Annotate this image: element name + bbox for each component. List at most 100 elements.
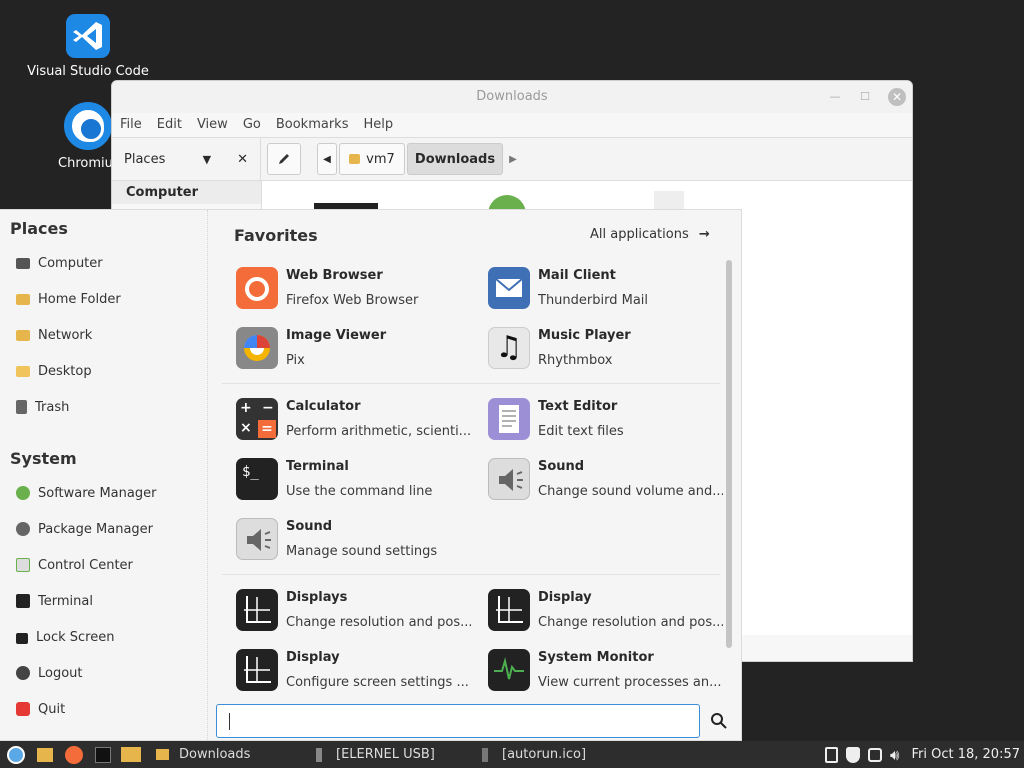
menubar: File Edit View Go Bookmarks Help <box>112 113 912 137</box>
terminal-icon <box>95 746 111 763</box>
system-monitor-icon <box>488 649 530 691</box>
window-titlebar[interactable]: Downloads — ☐ ✕ <box>112 81 912 113</box>
menu-view[interactable]: View <box>197 113 228 137</box>
path-crumb-label: vm7 <box>366 151 395 167</box>
app-name: Sound <box>538 459 585 474</box>
app-system-monitor[interactable]: System Monitor View current processes an… <box>488 646 728 696</box>
taskbar-window-downloads[interactable]: Downloads <box>146 741 310 768</box>
trash-icon <box>16 400 27 414</box>
window-title: Downloads <box>476 89 548 104</box>
clock[interactable]: Fri Oct 18, 20:57 <box>911 747 1020 762</box>
places-item-computer[interactable]: Computer <box>16 253 103 273</box>
path-forward-button[interactable]: ▶ <box>505 143 521 175</box>
mail-icon <box>488 267 530 309</box>
close-button[interactable]: ✕ <box>888 88 906 106</box>
app-sound-settings[interactable]: Sound Manage sound settings <box>236 515 476 565</box>
control-center-icon <box>16 558 30 572</box>
software-manager-icon <box>16 486 30 500</box>
firefox-icon <box>236 267 278 309</box>
system-item-terminal[interactable]: Terminal <box>16 591 93 611</box>
app-desc: Use the command line <box>286 484 433 499</box>
menu-bookmarks[interactable]: Bookmarks <box>276 113 349 137</box>
logout-icon <box>16 666 30 680</box>
lock-icon <box>16 633 28 644</box>
path-crumb-vm7[interactable]: vm7 <box>339 143 405 175</box>
search-input[interactable] <box>217 705 699 737</box>
desktop-icon-chromium[interactable]: Chromium <box>23 102 111 171</box>
desktop-icon-vscode[interactable]: Visual Studio Code <box>23 14 153 79</box>
app-display-configure[interactable]: Display Configure screen settings ... <box>236 646 476 696</box>
system-item-package-manager[interactable]: Package Manager <box>16 519 153 539</box>
system-item-label: Lock Screen <box>36 629 115 645</box>
folder-icon <box>37 747 53 762</box>
launcher-firefox[interactable] <box>58 741 90 768</box>
app-desc: Change resolution and pos... <box>538 615 723 630</box>
launcher-files[interactable] <box>32 741 58 768</box>
firefox-icon <box>65 745 83 764</box>
launcher-terminal[interactable] <box>90 741 116 768</box>
all-applications-button[interactable]: All applications → <box>590 227 710 242</box>
menu-go[interactable]: Go <box>243 113 261 137</box>
music-note-icon: ♫ <box>488 327 530 369</box>
clipboard-icon[interactable] <box>825 746 839 763</box>
edit-path-button[interactable] <box>267 143 301 175</box>
volume-icon[interactable]: 🔊︎ <box>890 746 899 764</box>
display-icon[interactable] <box>868 747 883 762</box>
system-item-quit[interactable]: Quit <box>16 699 65 719</box>
maximize-button[interactable]: ☐ <box>858 90 872 104</box>
system-item-logout[interactable]: Logout <box>16 663 83 683</box>
system-item-label: Terminal <box>38 593 93 609</box>
app-displays[interactable]: Displays Change resolution and pos... <box>236 586 476 636</box>
places-selector[interactable]: Places ▼ ✕ <box>112 137 261 181</box>
menu-edit[interactable]: Edit <box>157 113 182 137</box>
taskbar: Downloads [ELERNEL USB] [autorun.ico] 🔊︎… <box>0 741 1024 768</box>
search-icon[interactable] <box>710 712 728 730</box>
close-sidebar-icon[interactable]: ✕ <box>237 152 248 167</box>
display-arrows-icon <box>488 589 530 631</box>
image-viewer-icon <box>236 327 278 369</box>
terminal-icon <box>16 594 30 608</box>
places-item-network[interactable]: Network <box>16 325 92 345</box>
calculator-icon: + − × = <box>236 398 278 440</box>
app-image-viewer[interactable]: Image Viewer Pix <box>236 324 476 374</box>
sidebar-heading-computer: Computer <box>112 181 261 204</box>
app-mail-client[interactable]: Mail Client Thunderbird Mail <box>488 264 728 314</box>
app-name: Image Viewer <box>286 328 387 343</box>
chromium-icon <box>64 102 111 150</box>
favorites-separator <box>222 383 720 384</box>
minimize-button[interactable]: — <box>828 90 842 104</box>
system-item-lock-screen[interactable]: Lock Screen <box>16 627 114 647</box>
system-title: System <box>10 449 77 468</box>
app-web-browser[interactable]: Web Browser Firefox Web Browser <box>236 264 476 314</box>
favorites-scrollbar[interactable] <box>726 260 732 648</box>
search-box[interactable] <box>216 704 700 738</box>
system-item-control-center[interactable]: Control Center <box>16 555 133 575</box>
launcher-folder[interactable] <box>116 741 146 768</box>
system-item-software-manager[interactable]: Software Manager <box>16 483 156 503</box>
app-text-editor[interactable]: Text Editor Edit text files <box>488 395 728 445</box>
places-item-desktop[interactable]: Desktop <box>16 361 92 381</box>
taskbar-window-usb[interactable]: [ELERNEL USB] <box>310 741 476 768</box>
app-name: Music Player <box>538 328 631 343</box>
vscode-icon <box>66 14 110 58</box>
system-item-label: Software Manager <box>38 485 157 501</box>
places-item-home-folder[interactable]: Home Folder <box>16 289 121 309</box>
menu-file[interactable]: File <box>120 113 142 137</box>
taskbar-window-label: Downloads <box>179 747 251 762</box>
app-calculator[interactable]: + − × = Calculator Perform arithmetic, sci… <box>236 395 476 445</box>
app-music-player[interactable]: ♫ Music Player Rhythmbox <box>488 324 728 374</box>
taskbar-window-autorun[interactable]: [autorun.ico] <box>476 741 636 768</box>
app-sound-volume[interactable]: Sound Change sound volume and... <box>488 455 728 505</box>
shield-icon[interactable] <box>846 746 861 763</box>
chevron-down-icon: ▼ <box>202 152 212 166</box>
app-display-resolution[interactable]: Display Change resolution and pos... <box>488 586 728 636</box>
path-crumb-downloads[interactable]: Downloads <box>407 143 503 175</box>
document-icon <box>316 747 322 762</box>
path-back-button[interactable]: ◀ <box>317 143 337 175</box>
system-tray: 🔊︎ Fri Oct 18, 20:57 <box>825 741 1020 768</box>
menu-button[interactable] <box>0 741 32 768</box>
app-terminal[interactable]: $_ Terminal Use the command line <box>236 455 476 505</box>
menu-help[interactable]: Help <box>363 113 393 137</box>
places-item-trash[interactable]: Trash <box>16 397 69 417</box>
speaker-icon <box>236 518 278 560</box>
